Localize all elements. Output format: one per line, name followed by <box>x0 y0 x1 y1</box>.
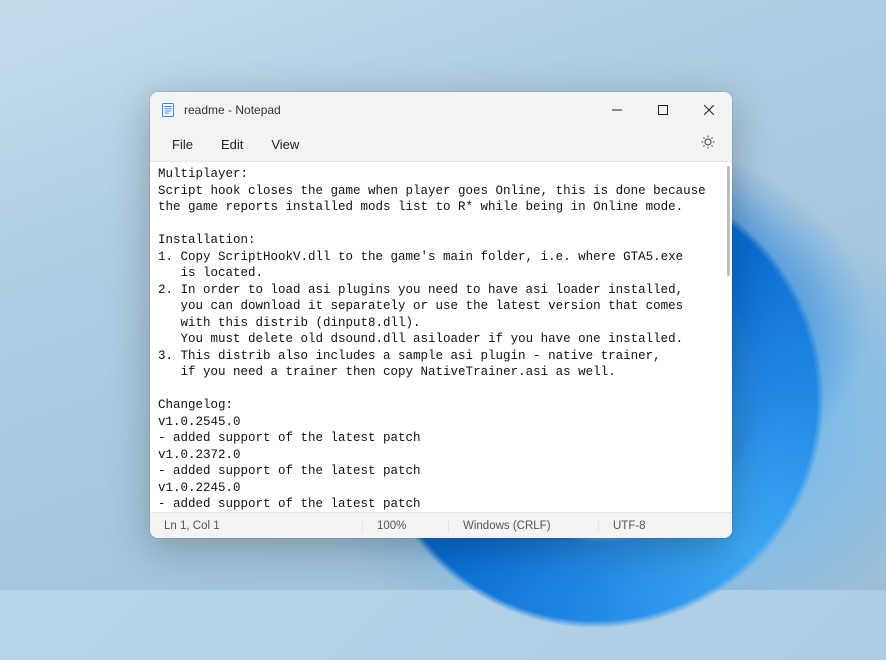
status-line-ending[interactable]: Windows (CRLF) <box>448 520 598 532</box>
maximize-button[interactable] <box>640 92 686 128</box>
notepad-document-icon <box>160 102 176 118</box>
document-text[interactable]: Multiplayer: Script hook closes the game… <box>150 162 732 512</box>
window-title: readme - Notepad <box>184 103 281 117</box>
menubar: File Edit View <box>150 128 732 162</box>
statusbar: Ln 1, Col 1 100% Windows (CRLF) UTF-8 <box>150 512 732 538</box>
menu-view[interactable]: View <box>257 131 313 158</box>
vertical-scrollbar[interactable] <box>727 166 730 276</box>
close-button[interactable] <box>686 92 732 128</box>
status-cursor-position: Ln 1, Col 1 <box>150 520 362 532</box>
titlebar[interactable]: readme - Notepad <box>150 92 732 128</box>
status-encoding[interactable]: UTF-8 <box>598 520 732 532</box>
menu-edit[interactable]: Edit <box>207 131 257 158</box>
minimize-button[interactable] <box>594 92 640 128</box>
status-zoom[interactable]: 100% <box>362 520 448 532</box>
gear-icon <box>700 134 716 150</box>
notepad-window: readme - Notepad File Edit View Multipla… <box>150 92 732 538</box>
menu-file[interactable]: File <box>158 131 207 158</box>
settings-button[interactable] <box>692 128 724 161</box>
editor-area[interactable]: Multiplayer: Script hook closes the game… <box>150 162 732 512</box>
